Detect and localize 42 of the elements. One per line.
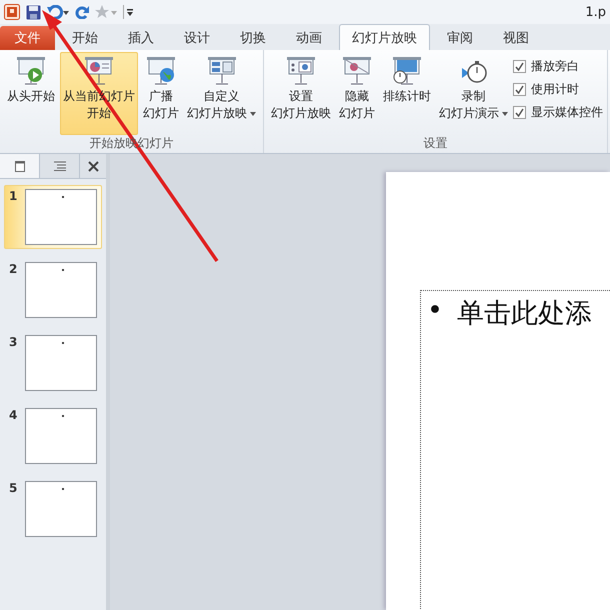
slide-thumbnail[interactable]: 1 bbox=[4, 185, 102, 249]
ribbon-button[interactable]: 录制 幻灯片演示 bbox=[436, 52, 511, 135]
star-icon[interactable] bbox=[95, 5, 117, 19]
ribbon-button[interactable]: 自定义 幻灯片放映 bbox=[184, 52, 259, 135]
app-logo-icon[interactable] bbox=[4, 4, 20, 20]
checkbox[interactable]: 使用计时 bbox=[513, 81, 603, 98]
caret-icon bbox=[502, 112, 508, 116]
ribbon-tab[interactable]: 视图 bbox=[490, 24, 542, 50]
slides-tab[interactable] bbox=[0, 154, 40, 178]
placeholder-text: 单击此处添 bbox=[456, 297, 592, 331]
ribbon-tab[interactable]: 切换 bbox=[227, 24, 279, 50]
save-icon[interactable] bbox=[26, 4, 41, 20]
customize-menu-icon[interactable] bbox=[123, 5, 133, 19]
ribbon-button[interactable]: 排练计时 bbox=[380, 52, 434, 135]
close-button[interactable] bbox=[80, 154, 106, 178]
outline-tab[interactable] bbox=[40, 154, 80, 178]
text-placeholder[interactable]: • 单击此处添 bbox=[420, 290, 610, 610]
ribbon-tab[interactable]: 插入 bbox=[115, 24, 167, 50]
ribbon-tab[interactable]: 幻灯片放映 bbox=[339, 24, 430, 50]
outline-icon bbox=[54, 161, 66, 171]
ribbon-tab[interactable]: 开始 bbox=[59, 24, 111, 50]
ribbon-tab[interactable]: 设计 bbox=[171, 24, 223, 50]
ribbon-button[interactable]: 从头开始 bbox=[4, 52, 58, 135]
bullet: • bbox=[427, 295, 443, 328]
redo-icon[interactable] bbox=[75, 5, 89, 19]
ribbon-button[interactable]: 广播 幻灯片 bbox=[140, 52, 182, 135]
checkmark-icon bbox=[515, 108, 524, 117]
checkbox[interactable]: 显示媒体控件 bbox=[513, 104, 603, 121]
ribbon-tab[interactable]: 审阅 bbox=[434, 24, 486, 50]
undo-icon[interactable] bbox=[47, 5, 69, 19]
ribbon-button[interactable]: 隐藏 幻灯片 bbox=[336, 52, 378, 135]
checkmark-icon bbox=[515, 85, 524, 94]
ribbon-button[interactable]: 设置 幻灯片放映 bbox=[268, 52, 334, 135]
ribbon-tab[interactable]: 动画 bbox=[283, 24, 335, 50]
file-tab[interactable]: 文件 bbox=[0, 26, 55, 50]
caret-icon bbox=[250, 112, 256, 116]
slide-icon bbox=[14, 160, 24, 172]
checkmark-icon bbox=[515, 62, 524, 71]
checkbox[interactable]: 播放旁白 bbox=[513, 58, 603, 75]
group-label: 设置 bbox=[422, 135, 448, 152]
close-icon bbox=[88, 160, 98, 172]
window-title: 1.p bbox=[585, 4, 606, 20]
